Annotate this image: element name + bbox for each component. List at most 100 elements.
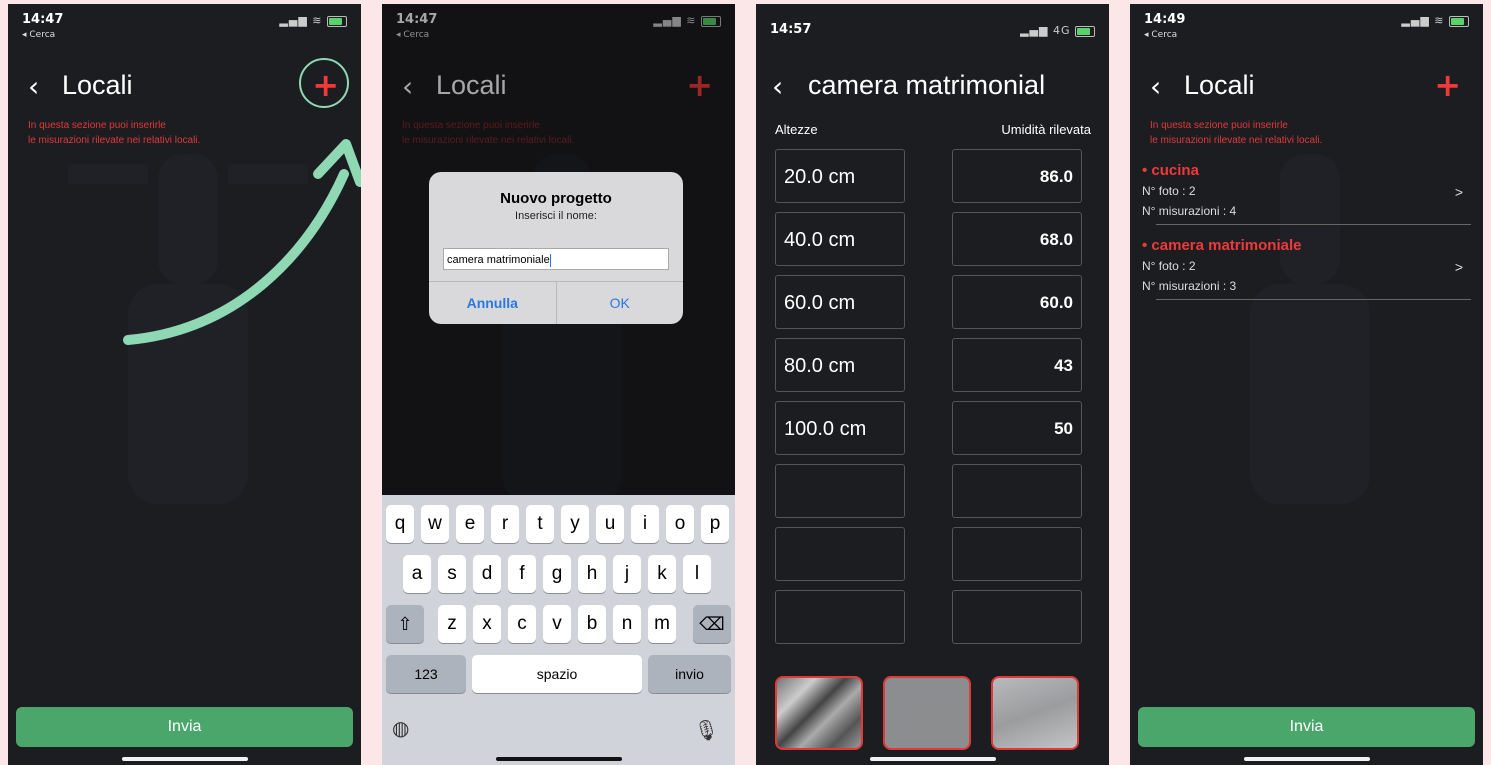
humidity-field[interactable]: 86.0 — [952, 149, 1082, 203]
shift-key[interactable]: ⇧ — [386, 605, 424, 643]
key-h[interactable]: h — [578, 555, 606, 593]
return-key[interactable]: invio — [648, 655, 731, 693]
keyboard: q w e r t y u i o p a s d f g h j k l ⇧ … — [382, 495, 735, 765]
height-field[interactable]: 100.0 cm — [775, 401, 905, 455]
height-field[interactable] — [775, 464, 905, 518]
photos-count-text: N° foto : 2 — [1142, 259, 1196, 273]
height-field[interactable]: 40.0 cm — [775, 212, 905, 266]
phone-screen-locali-empty: 14:47 ◂ Cerca ▂▄▆ ≋ ‹ Locali + In questa… — [8, 4, 361, 765]
project-name-value: camera matrimoniale — [447, 254, 550, 266]
humidity-field[interactable]: 60.0 — [952, 275, 1082, 329]
key-d[interactable]: d — [473, 555, 501, 593]
key-g[interactable]: g — [543, 555, 571, 593]
list-item-room[interactable]: • camera matrimoniale N° foto : 2 > N° mi… — [1142, 237, 1471, 300]
key-p[interactable]: p — [701, 505, 729, 543]
key-c[interactable]: c — [508, 605, 536, 643]
key-r[interactable]: r — [491, 505, 519, 543]
key-w[interactable]: w — [421, 505, 449, 543]
key-q[interactable]: q — [386, 505, 414, 543]
key-s[interactable]: s — [438, 555, 466, 593]
key-z[interactable]: z — [438, 605, 466, 643]
phone-screen-room-measurements: 14:57 ▂▄▆ 4G ‹ camera matrimonial Altezz… — [756, 4, 1109, 765]
key-b[interactable]: b — [578, 605, 606, 643]
photo-thumbnail[interactable] — [775, 676, 863, 750]
home-indicator — [1243, 757, 1370, 761]
send-button[interactable]: Invia — [1138, 707, 1475, 747]
back-to-app-link[interactable]: ◂ Cerca — [1144, 30, 1177, 40]
chevron-right-icon[interactable]: > — [1455, 184, 1463, 200]
divider — [1156, 224, 1471, 225]
chevron-left-icon[interactable]: ‹ — [1150, 70, 1161, 103]
cancel-button[interactable]: Annulla — [429, 282, 557, 324]
humidity-field[interactable]: 68.0 — [952, 212, 1082, 266]
globe-icon[interactable]: ◍ — [392, 716, 409, 741]
battery-icon — [1449, 15, 1469, 27]
key-k[interactable]: k — [648, 555, 676, 593]
key-i[interactable]: i — [631, 505, 659, 543]
key-m[interactable]: m — [648, 605, 676, 643]
room-name: • camera matrimoniale — [1142, 237, 1302, 254]
status-time: 14:57 — [770, 22, 812, 37]
page-title: Locali — [1184, 70, 1255, 100]
description-line-1: In questa sezione puoi inserirle — [1150, 120, 1288, 131]
project-name-input[interactable]: camera matrimoniale — [443, 248, 669, 270]
room-measures-count: N° misurazioni : 3 — [1142, 279, 1237, 293]
height-field[interactable]: 20.0 cm — [775, 149, 905, 203]
keyboard-row-1: q w e r t y u i o p — [382, 505, 735, 543]
key-j[interactable]: j — [613, 555, 641, 593]
list-item-room[interactable]: • cucina N° foto : 2 > N° misurazioni : 4 — [1142, 162, 1471, 225]
signal-network-battery-icons: ▂▄▆ 4G — [1020, 24, 1095, 37]
column-header-humidity: Umidità rilevata — [1001, 122, 1091, 137]
key-y[interactable]: y — [561, 505, 589, 543]
delete-key[interactable]: ⌫ — [693, 605, 731, 643]
room-photos-count: N° foto : 2 > — [1142, 184, 1471, 200]
curved-arrow-icon — [123, 139, 361, 345]
height-field[interactable] — [775, 590, 905, 644]
home-indicator — [121, 757, 248, 761]
photo-thumbnail[interactable] — [883, 676, 971, 750]
key-f[interactable]: f — [508, 555, 536, 593]
ok-button[interactable]: OK — [557, 282, 684, 324]
key-v[interactable]: v — [543, 605, 571, 643]
plus-icon[interactable]: + — [1434, 66, 1461, 104]
height-field[interactable] — [775, 527, 905, 581]
chevron-left-icon[interactable]: ‹ — [772, 70, 783, 103]
key-t[interactable]: t — [526, 505, 554, 543]
humidity-field[interactable] — [952, 590, 1082, 644]
key-e[interactable]: e — [456, 505, 484, 543]
dialog-buttons: Annulla OK — [429, 281, 683, 324]
dialog-title: Nuovo progetto — [500, 190, 612, 207]
microphone-icon[interactable]: 🎙︎ — [694, 718, 719, 743]
home-indicator — [495, 757, 622, 761]
key-a[interactable]: a — [403, 555, 431, 593]
keyboard-row-2: a s d f g h j k l — [382, 555, 735, 593]
humidity-field[interactable] — [952, 527, 1082, 581]
space-key[interactable]: spazio — [472, 655, 642, 693]
key-x[interactable]: x — [473, 605, 501, 643]
key-l[interactable]: l — [683, 555, 711, 593]
room-measures-count: N° misurazioni : 4 — [1142, 204, 1237, 218]
send-button[interactable]: Invia — [16, 707, 353, 747]
humidity-field[interactable] — [952, 464, 1082, 518]
photos-count-text: N° foto : 2 — [1142, 184, 1196, 198]
key-u[interactable]: u — [596, 505, 624, 543]
humidity-field[interactable]: 50 — [952, 401, 1082, 455]
numbers-key[interactable]: 123 — [386, 655, 466, 693]
new-project-dialog: Nuovo progetto Inserisci il nome: camera… — [429, 172, 683, 324]
phone-screen-locali-list: 14:49 ◂ Cerca ▂▄▆ ≋ ‹ Locali + In questa… — [1130, 4, 1483, 765]
chevron-right-icon[interactable]: > — [1455, 259, 1463, 275]
humidity-field[interactable]: 43 — [952, 338, 1082, 392]
status-bar: 14:57 ▂▄▆ 4G — [770, 10, 1095, 44]
dialog-subtitle: Inserisci il nome: — [515, 210, 597, 222]
height-field[interactable]: 60.0 cm — [775, 275, 905, 329]
nav-bar: ‹ Locali + — [1146, 66, 1467, 110]
keyboard-row-4: 123 spazio invio — [382, 655, 735, 693]
room-photos-count: N° foto : 2 > — [1142, 259, 1471, 275]
key-o[interactable]: o — [666, 505, 694, 543]
home-indicator — [869, 757, 996, 761]
height-field[interactable]: 80.0 cm — [775, 338, 905, 392]
photo-thumbnail[interactable] — [991, 676, 1079, 750]
page-title: camera matrimonial — [808, 70, 1046, 100]
key-n[interactable]: n — [613, 605, 641, 643]
nav-bar: ‹ camera matrimonial — [760, 66, 1109, 110]
